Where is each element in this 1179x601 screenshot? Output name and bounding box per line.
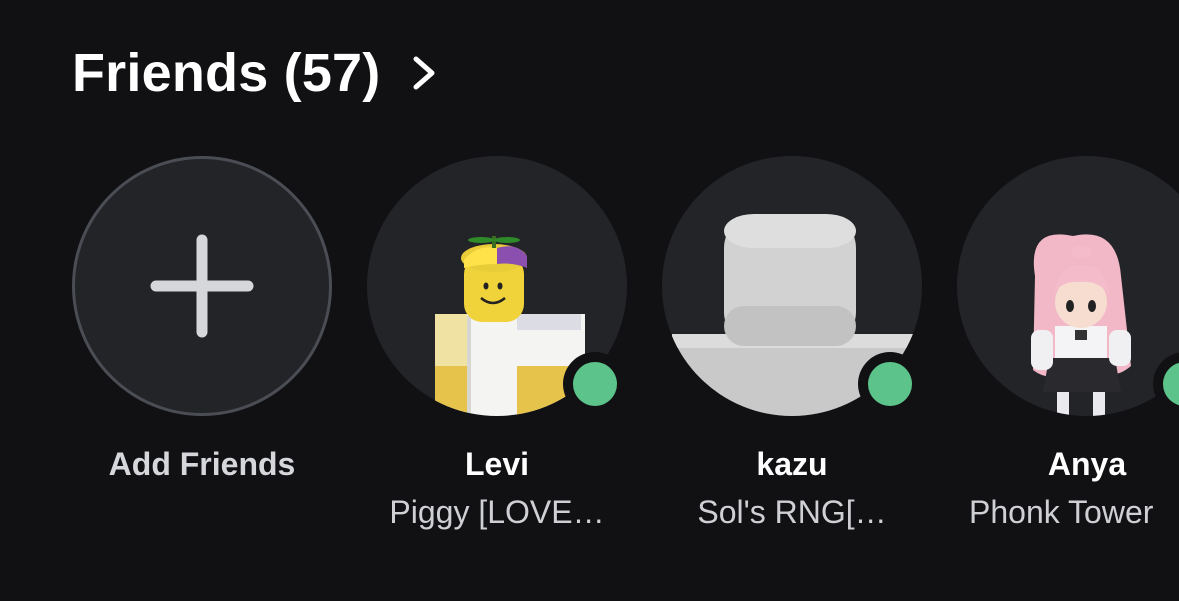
- friend-name[interactable]: Anya: [957, 446, 1179, 483]
- friends-section: Friends (57) Add Friends Levi Piggy [LOV…: [0, 0, 1179, 601]
- friend-tile-kazu[interactable]: kazu Sol's RNG[…: [662, 156, 922, 530]
- friend-status[interactable]: Sol's RNG[…: [662, 494, 922, 531]
- avatar-image-anya: [1031, 234, 1131, 416]
- friend-status[interactable]: Phonk Tower: [969, 494, 1179, 531]
- online-status-badge: [858, 352, 922, 416]
- online-status-badge: [563, 352, 627, 416]
- avatar[interactable]: [957, 156, 1179, 416]
- add-friends-tile[interactable]: Add Friends: [72, 156, 332, 482]
- friend-tile-anya[interactable]: Anya Phonk Tower: [957, 156, 1179, 530]
- add-friends-button[interactable]: [72, 156, 332, 416]
- online-dot: [868, 362, 912, 406]
- online-dot: [1163, 362, 1179, 406]
- plus-icon: [150, 234, 254, 338]
- friend-tile-levi[interactable]: Levi Piggy [LOVE…: [367, 156, 627, 530]
- friend-status[interactable]: Piggy [LOVE…: [367, 494, 627, 531]
- friend-name[interactable]: Levi: [367, 446, 627, 483]
- friend-name[interactable]: kazu: [662, 446, 922, 483]
- online-dot: [573, 362, 617, 406]
- friends-header[interactable]: Friends (57): [72, 38, 438, 108]
- chevron-right-icon[interactable]: [408, 53, 438, 93]
- add-friends-label[interactable]: Add Friends: [72, 446, 332, 483]
- friends-title: Friends (57): [72, 43, 381, 103]
